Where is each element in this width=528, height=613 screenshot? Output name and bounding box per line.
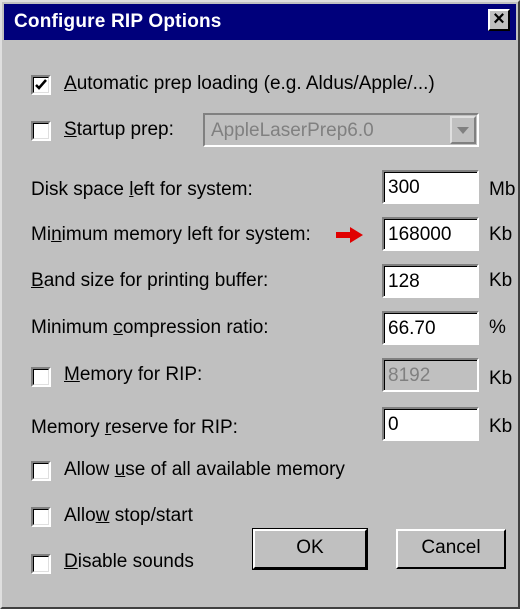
compression-input[interactable]: 66.70 <box>382 311 479 345</box>
startup-prep-checkbox[interactable] <box>31 121 51 141</box>
cancel-button[interactable]: Cancel <box>396 529 506 569</box>
memory-rip-value: 8192 <box>388 365 431 386</box>
red-arrow-icon <box>336 227 363 243</box>
memory-reserve-value: 0 <box>388 414 399 435</box>
auto-prep-text: utomatic prep loading (e.g. Aldus/Apple/… <box>76 73 435 94</box>
checkmark-icon <box>35 79 47 90</box>
memory-rip-label[interactable]: Memory for RIP: <box>64 364 202 386</box>
memory-rip-input[interactable]: 8192 <box>382 358 479 392</box>
startup-prep-label[interactable]: Startup prep: <box>64 119 174 141</box>
auto-prep-label[interactable]: Automatic prep loading (e.g. Aldus/Apple… <box>64 73 435 95</box>
startup-prep-select[interactable]: AppleLaserPrep6.0 <box>203 113 479 147</box>
startup-prep-text: tartup prep: <box>76 119 174 140</box>
compression-label: Minimum compression ratio: <box>31 317 269 338</box>
title-bar[interactable]: Configure RIP Options × <box>4 4 516 40</box>
allow-all-memory-checkbox[interactable] <box>31 461 51 481</box>
band-size-unit: Kb <box>489 270 513 291</box>
min-memory-unit: Kb <box>489 224 513 245</box>
disk-space-unit: Mb <box>489 179 516 200</box>
band-size-value: 128 <box>388 271 420 292</box>
startup-prep-accel: S <box>64 119 77 140</box>
configure-rip-options-dialog: Configure RIP Options × Automatic prep l… <box>0 0 520 609</box>
ok-button[interactable]: OK <box>252 528 368 570</box>
disk-space-value: 300 <box>388 177 420 198</box>
close-button[interactable]: × <box>488 9 510 31</box>
compression-value: 66.70 <box>388 318 436 339</box>
min-memory-input[interactable]: 168000 <box>382 217 479 251</box>
memory-rip-unit: Kb <box>489 368 513 389</box>
startup-prep-value: AppleLaserPrep6.0 <box>211 120 374 141</box>
allow-stop-start-label[interactable]: Allow stop/start <box>64 505 193 527</box>
allow-all-memory-label[interactable]: Allow use of all available memory <box>64 459 345 481</box>
auto-prep-checkbox[interactable] <box>31 75 51 95</box>
disable-sounds-checkbox[interactable] <box>31 554 51 574</box>
disable-sounds-label[interactable]: Disable sounds <box>64 551 194 573</box>
min-memory-label: Minimum memory left for system: <box>31 224 311 245</box>
memory-reserve-label: Memory reserve for RIP: <box>31 417 238 438</box>
memory-reserve-input[interactable]: 0 <box>382 407 479 441</box>
disk-space-input[interactable]: 300 <box>382 170 479 204</box>
memory-reserve-unit: Kb <box>489 416 513 437</box>
auto-prep-accel: A <box>64 73 77 94</box>
band-size-label: Band size for printing buffer: <box>31 270 269 291</box>
disk-space-label: Disk space left for system: <box>31 179 253 200</box>
memory-rip-checkbox[interactable] <box>31 367 51 387</box>
window-title: Configure RIP Options <box>14 11 222 32</box>
compression-unit: % <box>489 317 506 338</box>
band-size-input[interactable]: 128 <box>382 264 479 298</box>
chevron-down-icon[interactable] <box>450 116 476 144</box>
min-memory-value: 168000 <box>388 224 452 245</box>
allow-stop-start-checkbox[interactable] <box>31 507 51 527</box>
close-icon: × <box>493 8 505 30</box>
